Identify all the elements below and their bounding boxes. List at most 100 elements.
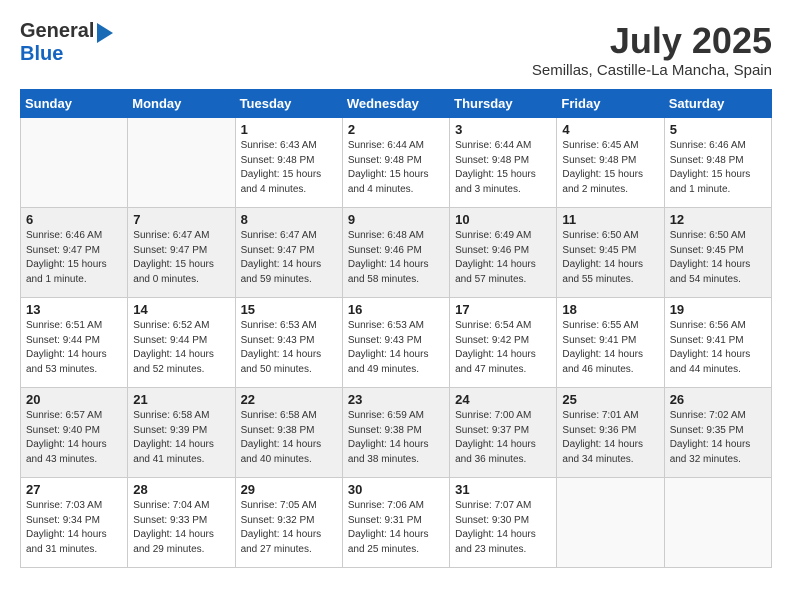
day-number: 23: [348, 392, 444, 407]
day-info: Sunrise: 6:45 AM Sunset: 9:48 PM Dayligh…: [562, 139, 658, 197]
day-number: 16: [348, 302, 444, 317]
day-info: Sunrise: 7:03 AM Sunset: 9:34 PM Dayligh…: [26, 499, 122, 557]
header-sunday: Sunday: [21, 90, 128, 118]
day-number: 12: [670, 212, 766, 227]
calendar-cell: 29Sunrise: 7:05 AM Sunset: 9:32 PM Dayli…: [235, 478, 342, 568]
day-number: 3: [455, 122, 551, 137]
header-thursday: Thursday: [450, 90, 557, 118]
calendar-cell: 22Sunrise: 6:58 AM Sunset: 9:38 PM Dayli…: [235, 388, 342, 478]
calendar-week-1: 1Sunrise: 6:43 AM Sunset: 9:48 PM Daylig…: [21, 118, 772, 208]
day-number: 8: [241, 212, 337, 227]
day-info: Sunrise: 6:59 AM Sunset: 9:38 PM Dayligh…: [348, 409, 444, 467]
day-number: 25: [562, 392, 658, 407]
calendar-cell: 10 Sunrise: 6:49 AM Sunset: 9:46 PM Dayli…: [450, 208, 557, 298]
day-info: Sunrise: 7:05 AM Sunset: 9:32 PM Dayligh…: [241, 499, 337, 557]
day-info: Sunrise: 6:50 AM Sunset: 9:45 PM Dayligh…: [562, 229, 658, 287]
calendar-cell: 23 Sunrise: 6:59 AM Sunset: 9:38 PM Dayli…: [342, 388, 449, 478]
header-wednesday: Wednesday: [342, 90, 449, 118]
day-info: Sunrise: 7:00 AM Sunset: 9:37 PM Dayligh…: [455, 409, 551, 467]
title-area: July 2025 Semillas, Castille-La Mancha, …: [532, 20, 772, 79]
day-number: 10: [455, 212, 551, 227]
day-number: 27: [26, 482, 122, 497]
calendar-cell: 8 Sunrise: 6:47 AM Sunset: 9:47 PM Daylig…: [235, 208, 342, 298]
calendar-cell: 2Sunrise: 6:44 AM Sunset: 9:48 PM Daylig…: [342, 118, 449, 208]
day-info: Sunrise: 7:07 AM Sunset: 9:30 PM Dayligh…: [455, 499, 551, 557]
day-number: 31: [455, 482, 551, 497]
logo-blue: Blue: [20, 43, 63, 65]
calendar-cell: 12 Sunrise: 6:50 AM Sunset: 9:45 PM Dayli…: [664, 208, 771, 298]
day-info: Sunrise: 6:47 AM Sunset: 9:47 PM Dayligh…: [133, 229, 229, 287]
day-info: Sunrise: 7:02 AM Sunset: 9:35 PM Dayligh…: [670, 409, 766, 467]
day-info: Sunrise: 6:51 AM Sunset: 9:44 PM Dayligh…: [26, 319, 122, 377]
day-info: Sunrise: 6:44 AM Sunset: 9:48 PM Dayligh…: [455, 139, 551, 197]
logo-triangle-icon: [97, 23, 113, 43]
calendar-table: SundayMondayTuesdayWednesdayThursdayFrid…: [20, 89, 772, 568]
calendar-week-5: 27 Sunrise: 7:03 AM Sunset: 9:34 PM Dayli…: [21, 478, 772, 568]
calendar-cell: [664, 478, 771, 568]
day-number: 4: [562, 122, 658, 137]
day-number: 13: [26, 302, 122, 317]
day-info: Sunrise: 6:53 AM Sunset: 9:43 PM Dayligh…: [348, 319, 444, 377]
day-info: Sunrise: 7:01 AM Sunset: 9:36 PM Dayligh…: [562, 409, 658, 467]
day-info: Sunrise: 6:58 AM Sunset: 9:39 PM Dayligh…: [133, 409, 229, 467]
day-number: 21: [133, 392, 229, 407]
calendar-cell: 17Sunrise: 6:54 AM Sunset: 9:42 PM Dayli…: [450, 298, 557, 388]
day-info: Sunrise: 6:56 AM Sunset: 9:41 PM Dayligh…: [670, 319, 766, 377]
calendar-cell: 5Sunrise: 6:46 AM Sunset: 9:48 PM Daylig…: [664, 118, 771, 208]
calendar-cell: 9 Sunrise: 6:48 AM Sunset: 9:46 PM Daylig…: [342, 208, 449, 298]
day-info: Sunrise: 6:55 AM Sunset: 9:41 PM Dayligh…: [562, 319, 658, 377]
calendar-cell: 28 Sunrise: 7:04 AM Sunset: 9:33 PM Dayli…: [128, 478, 235, 568]
header-monday: Monday: [128, 90, 235, 118]
logo: General Blue: [20, 20, 113, 66]
day-number: 11: [562, 212, 658, 227]
day-info: Sunrise: 6:47 AM Sunset: 9:47 PM Dayligh…: [241, 229, 337, 287]
day-number: 19: [670, 302, 766, 317]
calendar-cell: 18 Sunrise: 6:55 AM Sunset: 9:41 PM Dayli…: [557, 298, 664, 388]
day-number: 9: [348, 212, 444, 227]
calendar-cell: 25 Sunrise: 7:01 AM Sunset: 9:36 PM Dayli…: [557, 388, 664, 478]
day-number: 20: [26, 392, 122, 407]
day-number: 28: [133, 482, 229, 497]
day-info: Sunrise: 6:52 AM Sunset: 9:44 PM Dayligh…: [133, 319, 229, 377]
calendar-cell: 27 Sunrise: 7:03 AM Sunset: 9:34 PM Dayli…: [21, 478, 128, 568]
day-info: Sunrise: 6:46 AM Sunset: 9:48 PM Dayligh…: [670, 139, 766, 197]
calendar-title: July 2025: [532, 20, 772, 62]
calendar-cell: 19 Sunrise: 6:56 AM Sunset: 9:41 PM Dayli…: [664, 298, 771, 388]
header-saturday: Saturday: [664, 90, 771, 118]
calendar-cell: 15Sunrise: 6:53 AM Sunset: 9:43 PM Dayli…: [235, 298, 342, 388]
calendar-cell: 13 Sunrise: 6:51 AM Sunset: 9:44 PM Dayli…: [21, 298, 128, 388]
day-info: Sunrise: 6:46 AM Sunset: 9:47 PM Dayligh…: [26, 229, 122, 287]
day-number: 22: [241, 392, 337, 407]
calendar-cell: 14Sunrise: 6:52 AM Sunset: 9:44 PM Dayli…: [128, 298, 235, 388]
calendar-cell: [128, 118, 235, 208]
calendar-location: Semillas, Castille-La Mancha, Spain: [532, 62, 772, 79]
day-info: Sunrise: 6:50 AM Sunset: 9:45 PM Dayligh…: [670, 229, 766, 287]
day-number: 30: [348, 482, 444, 497]
day-info: Sunrise: 6:57 AM Sunset: 9:40 PM Dayligh…: [26, 409, 122, 467]
day-number: 18: [562, 302, 658, 317]
day-info: Sunrise: 6:48 AM Sunset: 9:46 PM Dayligh…: [348, 229, 444, 287]
calendar-cell: [21, 118, 128, 208]
calendar-cell: 11 Sunrise: 6:50 AM Sunset: 9:45 PM Dayli…: [557, 208, 664, 298]
day-info: Sunrise: 6:44 AM Sunset: 9:48 PM Dayligh…: [348, 139, 444, 197]
day-number: 26: [670, 392, 766, 407]
calendar-cell: 16 Sunrise: 6:53 AM Sunset: 9:43 PM Dayli…: [342, 298, 449, 388]
calendar-cell: 30 Sunrise: 7:06 AM Sunset: 9:31 PM Dayli…: [342, 478, 449, 568]
calendar-cell: 21 Sunrise: 6:58 AM Sunset: 9:39 PM Dayli…: [128, 388, 235, 478]
calendar-cell: 24 Sunrise: 7:00 AM Sunset: 9:37 PM Dayli…: [450, 388, 557, 478]
day-number: 7: [133, 212, 229, 227]
day-number: 1: [241, 122, 337, 137]
calendar-cell: [557, 478, 664, 568]
day-number: 6: [26, 212, 122, 227]
day-info: Sunrise: 7:06 AM Sunset: 9:31 PM Dayligh…: [348, 499, 444, 557]
calendar-cell: 26 Sunrise: 7:02 AM Sunset: 9:35 PM Dayli…: [664, 388, 771, 478]
day-info: Sunrise: 6:53 AM Sunset: 9:43 PM Dayligh…: [241, 319, 337, 377]
day-number: 24: [455, 392, 551, 407]
calendar-cell: 7 Sunrise: 6:47 AM Sunset: 9:47 PM Daylig…: [128, 208, 235, 298]
header-tuesday: Tuesday: [235, 90, 342, 118]
calendar-cell: 20 Sunrise: 6:57 AM Sunset: 9:40 PM Dayli…: [21, 388, 128, 478]
day-info: Sunrise: 7:04 AM Sunset: 9:33 PM Dayligh…: [133, 499, 229, 557]
calendar-header-row: SundayMondayTuesdayWednesdayThursdayFrid…: [21, 90, 772, 118]
day-info: Sunrise: 6:49 AM Sunset: 9:46 PM Dayligh…: [455, 229, 551, 287]
page-header: General Blue July 2025 Semillas, Castill…: [20, 20, 772, 79]
